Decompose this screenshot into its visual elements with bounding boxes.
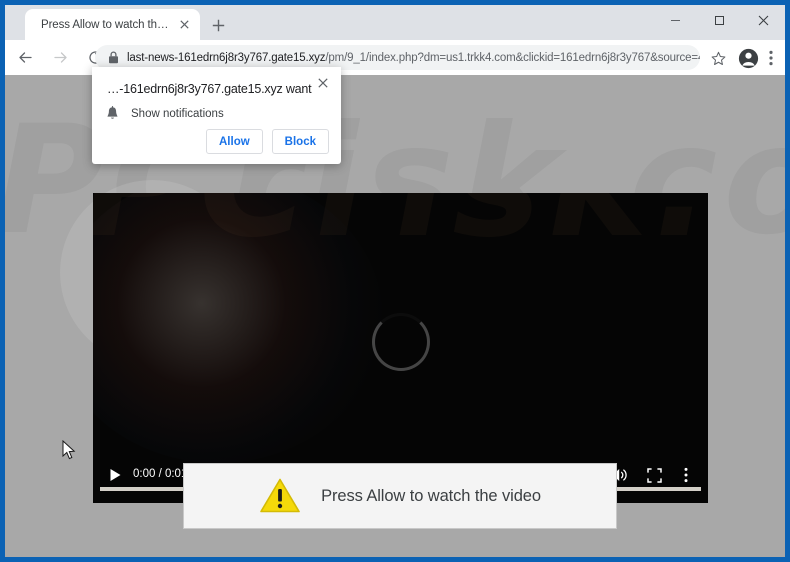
tab-strip: Press Allow to watch the video [5,5,785,40]
close-icon [179,20,189,29]
video-fullscreen-button[interactable] [642,463,666,487]
video-time-display: 0:00 / 0:01 [133,468,188,480]
notice-text: Press Allow to watch the video [321,486,541,505]
permission-origin-text: …-161edrn6j8r3y767.gate15.xyz wants to [107,82,312,96]
video-menu-button[interactable] [676,463,696,487]
close-icon [758,15,768,25]
bell-icon [107,106,118,119]
kebab-menu-icon [684,467,688,483]
fullscreen-icon [646,467,662,483]
video-watermark: PCrisk.com [93,193,708,271]
minimize-icon [670,19,680,21]
address-bar-url: last-news-161edrn6j8r3y767.gate15.xyz/pm… [123,52,700,64]
forward-button[interactable] [45,43,75,73]
back-button[interactable] [10,43,40,73]
video-glow-overlay [93,193,383,463]
permission-row: Show notifications [106,106,224,121]
star-icon [711,51,725,65]
window-close-button[interactable] [741,5,785,35]
plus-icon [212,19,224,31]
window-controls [653,5,785,35]
permission-label: Show notifications [131,107,224,120]
allow-button[interactable]: Allow [206,129,263,154]
padlock-icon [108,51,118,64]
window-minimize-button[interactable] [653,5,697,35]
maximize-icon [714,15,724,25]
notification-permission-dialog: …-161edrn6j8r3y767.gate15.xyz wants to S… [92,67,341,164]
kebab-menu-icon [769,50,773,66]
loading-spinner-icon [371,312,430,371]
window-frame: Press Allow to watch the video [0,0,790,562]
browser-tab-active[interactable]: Press Allow to watch the video [25,9,200,40]
window-maximize-button[interactable] [697,5,741,35]
notice-banner: Press Allow to watch the video [183,463,617,529]
url-host: last-news-161edrn6j8r3y767.gate15.xyz [127,51,326,64]
browser-menu-button[interactable] [760,45,782,71]
permission-actions: Allow Block [206,129,329,154]
warning-triangle-icon [260,478,300,513]
tab-close-icon[interactable] [173,14,195,36]
browser-window: Press Allow to watch the video [5,5,785,557]
arrow-right-icon [53,52,67,63]
profile-avatar-icon [738,48,758,68]
profile-avatar-button[interactable] [734,44,762,72]
permission-close-button[interactable] [313,73,333,93]
close-icon [318,78,328,88]
arrow-left-icon [18,52,32,63]
lock-icon [103,48,123,68]
bookmark-star-button[interactable] [705,45,731,71]
play-icon [110,469,120,481]
video-player[interactable]: PCrisk.com 0:00 / 0:01 [93,193,708,503]
block-button[interactable]: Block [271,129,329,154]
tab-title: Press Allow to watch the video [41,18,173,31]
url-path: /pm/9_1/index.php?dm=us1.trkk4.com&click… [325,51,700,64]
new-tab-button[interactable] [205,13,231,37]
video-play-button[interactable] [103,463,127,487]
mouse-pointer-icon [62,440,76,460]
